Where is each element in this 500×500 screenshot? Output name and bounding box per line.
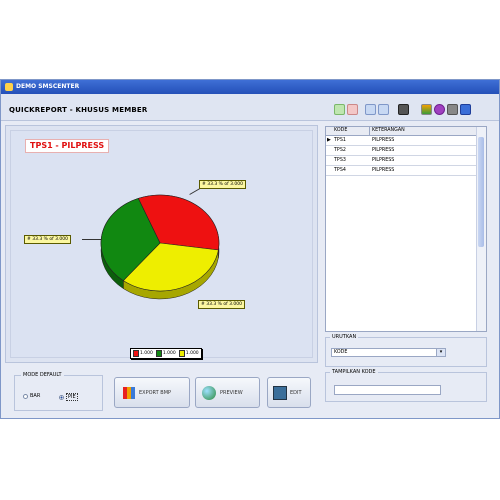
edit-button[interactable]: EDIT [267,377,311,408]
legend-item: 1.000 [133,350,153,357]
title-bar[interactable]: DEMO SMSCENTER [1,80,499,94]
legend-swatch [155,350,162,357]
button-label: PREVIEW [220,389,243,396]
cell-keterangan[interactable]: PILPRESS [372,168,394,173]
radio-label: PIE [66,393,78,401]
leader-line [82,239,102,240]
page-title: QUICKREPORT - KHUSUS MEMBER [9,106,148,114]
urutkan-caption: URUTKAN [330,334,359,340]
tps-grid: KODE KETERANGAN ▶ TPS1 PILPRESS TPS2 PIL… [325,126,487,332]
sort-select-value: KODE [334,350,348,355]
column-divider [369,127,370,135]
table-row[interactable]: TPS4 PILPRESS [326,166,476,176]
image-icon [273,385,287,400]
legend-item: 1.000 [155,350,176,357]
radio-dot[interactable] [23,393,28,399]
radio-label: BAR [30,393,41,399]
tampilkan-kode-group: TAMPILKAN KODE [325,369,487,402]
button-label: EXPORT BMP [139,389,172,396]
data-label-1: # 33.3 % of 3.000 [199,180,247,189]
legend-swatch [178,350,185,357]
tampilkan-caption: TAMPILKAN KODE [330,369,378,375]
close-icon[interactable] [460,104,471,115]
tampilkan-kode-input[interactable] [334,385,441,395]
table-row[interactable]: TPS3 PILPRESS [326,156,476,166]
cell-kode[interactable]: TPS4 [334,168,346,173]
bar-chart-icon [123,386,135,399]
chevron-down-icon[interactable]: ▾ [436,349,445,356]
chart-panel [5,125,318,363]
chart-frame [10,130,313,358]
mode-default-group: MODE DEFAULT BAR PIE [14,372,103,411]
legend-text: 1.000 [140,351,153,356]
mode-caption: MODE DEFAULT [21,372,64,378]
grid-scrollbar[interactable] [476,127,486,331]
print-icon[interactable] [447,104,458,115]
cell-kode[interactable]: TPS3 [334,158,346,163]
cell-keterangan[interactable]: PILPRESS [372,158,394,163]
cell-kode[interactable]: TPS2 [334,148,346,153]
remove-icon[interactable] [347,104,358,115]
chart-title: TPS1 - PILPRESS [25,139,110,153]
legend-item: 1.000 [178,350,199,357]
cell-keterangan[interactable]: PILPRESS [372,148,394,153]
radio-dot[interactable] [59,394,64,400]
column-header-keterangan: KETERANGAN [372,128,405,133]
legend-text: 1.000 [162,351,176,356]
legend-swatch [133,350,139,357]
window-title: DEMO SMSCENTER [16,83,80,90]
legend-text: 1.000 [185,351,199,356]
cell-keterangan[interactable]: PILPRESS [372,138,394,143]
radio-bar[interactable]: BAR [23,393,40,399]
table-row[interactable]: TPS2 PILPRESS [326,146,476,156]
preview-button[interactable]: PREVIEW [195,377,260,408]
chart-legend: 1.000 1.000 1.000 [130,348,202,359]
grid-header: KODE KETERANGAN [326,127,476,136]
table-row[interactable]: ▶ TPS1 PILPRESS [326,136,476,146]
cell-kode[interactable]: TPS1 [334,138,346,143]
button-label: EDIT [290,389,302,396]
urutkan-group: URUTKAN KODE ▾ [325,334,487,367]
chart-icon[interactable] [421,104,432,115]
row-pointer-icon: ▶ [327,137,331,143]
next-icon[interactable] [378,104,389,115]
sort-select[interactable]: KODE ▾ [331,348,446,357]
previous-icon[interactable] [365,104,376,115]
column-header-kode: KODE [334,128,348,133]
data-label-2: # 33.3 % of 3.000 [198,300,246,309]
camera-icon[interactable] [398,104,409,115]
globe-icon [202,385,216,400]
add-icon[interactable] [334,104,345,115]
scroll-thumb[interactable] [478,137,484,247]
palette-icon[interactable] [434,104,445,115]
report-header: QUICKREPORT - KHUSUS MEMBER [1,94,499,121]
export-bmp-button[interactable]: EXPORT BMP [114,377,190,408]
radio-pie[interactable]: PIE [59,393,78,401]
app-icon [5,83,13,91]
data-label-3: # 33.3 % of 3.000 [24,235,72,244]
